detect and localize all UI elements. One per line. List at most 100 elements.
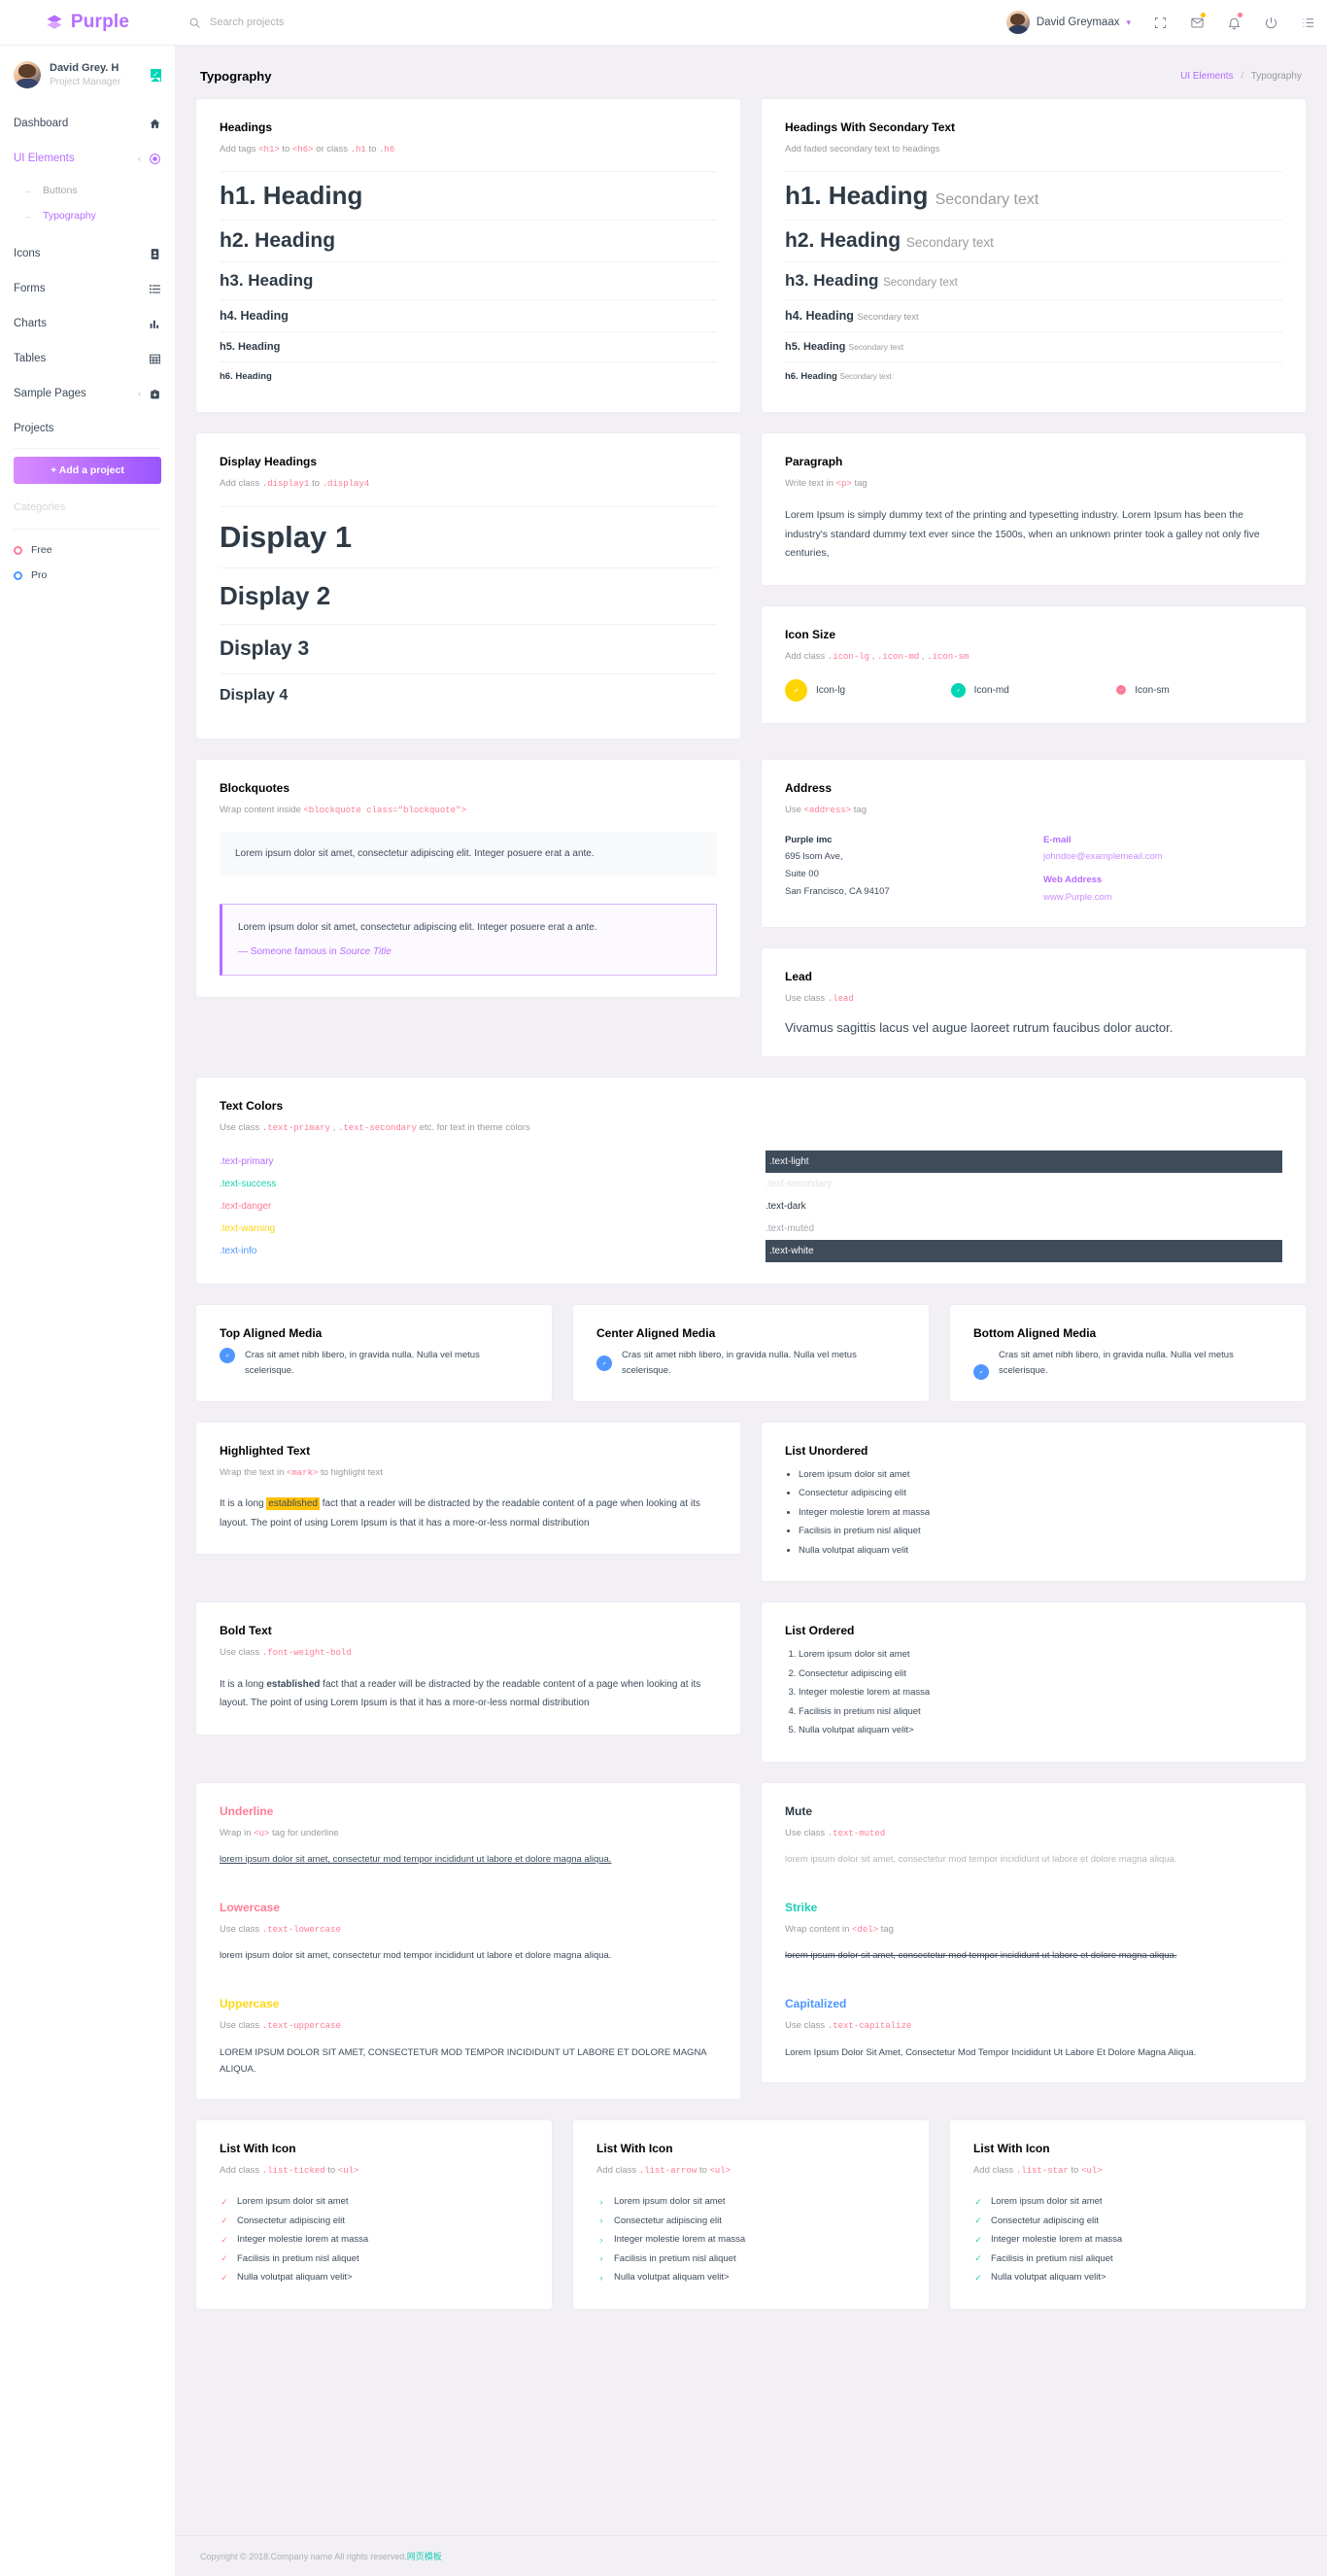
underline-block: Underline Wrap in <u> tag for underline … — [220, 1804, 717, 1868]
sidebar-item-ui-elements[interactable]: UI Elements ‹ — [0, 141, 175, 176]
highlight-body: It is a long established fact that a rea… — [220, 1494, 717, 1532]
projects-heading: Projects — [14, 423, 54, 434]
display-3: Display 3 — [220, 636, 310, 660]
sub-pre: Wrap content inside — [220, 804, 301, 815]
blockquote-plain: Lorem ipsum dolor sit amet, consectetur … — [220, 831, 717, 876]
list-item: Integer molestie lorem at massa — [799, 1503, 1282, 1522]
breadcrumb-link-ui-elements[interactable]: UI Elements — [1180, 71, 1233, 82]
bold-word: established — [266, 1678, 321, 1690]
blockquote-footer: — Someone famous in Source Title — [238, 944, 700, 960]
list-item: ✓ Facilisis in pretium nisl aliquet — [973, 2250, 1282, 2268]
sidebar-subitem-typography[interactable]: → Typography — [0, 203, 175, 228]
sidebar-item-sample-pages[interactable]: Sample Pages ‹ — [0, 376, 175, 411]
sidebar-item-dashboard[interactable]: Dashboard — [0, 106, 175, 141]
icon-size-item-md: Icon-md — [950, 682, 1117, 698]
blockquote-cite: Source Title — [339, 945, 391, 957]
list-item: ✓ Lorem ipsum dolor sit amet — [973, 2192, 1282, 2211]
contact-block: E-mail johndoe@examplemeail.com Web Addr… — [1043, 832, 1282, 906]
code-tag: .h1 — [350, 145, 366, 155]
grid-icon[interactable] — [1152, 15, 1168, 30]
card-subtitle: Add class .icon-lg , .icon-md , .icon-sm — [785, 651, 970, 663]
footer-highlight-link[interactable]: 网页模板 — [407, 2552, 442, 2561]
arrow-right-icon: → — [23, 186, 32, 195]
address-line-2: Suite 00 — [785, 869, 819, 880]
check-icon: ✓ — [221, 2234, 228, 2245]
category-item-pro[interactable]: Pro — [0, 563, 175, 588]
check-icon: ✓ — [221, 2253, 228, 2264]
list-item-label: Facilisis in pretium nisl aliquet — [237, 2252, 359, 2264]
card-title: Lead — [785, 970, 813, 984]
search-box[interactable] — [188, 17, 1006, 29]
top-navbar: Purple David Greymaax ▾ — [0, 0, 1327, 46]
mail-icon[interactable] — [1189, 13, 1206, 30]
secondary-text: Secondary text — [848, 342, 904, 353]
brand-logo-area[interactable]: Purple — [0, 0, 175, 45]
card-title: Headings With Secondary Text — [785, 120, 956, 134]
display-row: Display 2 — [220, 567, 717, 624]
list-icon[interactable] — [1300, 15, 1315, 30]
compass-icon — [950, 682, 966, 698]
code-tag: <del> — [852, 1925, 879, 1936]
check-icon: ✓ — [974, 2215, 982, 2226]
sidebar-profile[interactable]: David Grey. H Project Manager ✓ — [0, 61, 175, 106]
code-tag: .font-weight-bold — [261, 1648, 352, 1659]
search-input[interactable] — [210, 17, 501, 28]
web-address-link[interactable]: www.Purple.com — [1043, 889, 1282, 907]
main-content: Typography UI Elements / Typography Head… — [175, 46, 1327, 2576]
sidebar-item-icons[interactable]: Icons — [0, 236, 175, 271]
list-item: ✓ Integer molestie lorem at massa — [973, 2230, 1282, 2249]
card-subtitle: Use class .text-uppercase — [220, 2018, 717, 2034]
list-icon — [148, 282, 161, 295]
card-subtitle: Add tags <h1> to <h6> or class .h1 to .h… — [220, 142, 717, 157]
sidebar-item-label: Forms — [14, 283, 46, 294]
heading-h2: h2. Heading — [785, 229, 902, 253]
heading-h4: h4. Heading — [785, 309, 854, 324]
heading-h5: h5. Heading — [220, 341, 281, 354]
contact-icon — [148, 247, 161, 260]
list-item-label: Consectetur adipiscing elit — [991, 2215, 1099, 2226]
blockquote-primary: Lorem ipsum dolor sit amet, consectetur … — [220, 903, 717, 976]
lowercase-block: Lowercase Use class .text-lowercase lore… — [220, 1901, 717, 1964]
display-1: Display 1 — [220, 519, 353, 554]
power-icon[interactable] — [1263, 15, 1278, 30]
list-item-label: Integer molestie lorem at massa — [237, 2234, 369, 2246]
decoration-body: Lorem ipsum dolor sit amet, consectetur … — [785, 2046, 1197, 2058]
list-item: › Lorem ipsum dolor sit amet — [596, 2192, 905, 2211]
sub-pre: Add class — [785, 651, 826, 663]
web-address-label: Web Address — [1043, 875, 1103, 886]
text-colors-card: Text Colors Use class .text-primary , .t… — [196, 1078, 1306, 1284]
navbar-profile[interactable]: David Greymaax ▾ — [1005, 11, 1131, 34]
list-item-label: Nulla volutpat aliquam velit> — [237, 2272, 353, 2284]
sidebar-item-charts[interactable]: Charts — [0, 306, 175, 341]
code-tag: .text-muted — [827, 1828, 886, 1838]
category-item-free[interactable]: Free — [0, 537, 175, 563]
email-link[interactable]: johndoe@examplemeail.com — [1043, 848, 1282, 866]
sidebar-subitem-buttons[interactable]: → Buttons — [0, 178, 175, 203]
card-subtitle: Use <address> tag — [785, 803, 1282, 818]
code-tag: .list-arrow — [638, 2165, 698, 2176]
media-body: Cras sit amet nibh libero, in gravida nu… — [622, 1349, 857, 1377]
code-tag: <h1> — [258, 145, 280, 155]
sidebar-item-forms[interactable]: Forms — [0, 271, 175, 306]
display-4: Display 4 — [220, 686, 289, 704]
sidebar-item-tables[interactable]: Tables — [0, 341, 175, 376]
list-item-label: Consectetur adipiscing elit — [614, 2215, 722, 2226]
paragraph-card: Paragraph Write text in <p> tag Lorem Ip… — [762, 433, 1306, 586]
icon-size-label: Icon-md — [973, 684, 1009, 696]
avatar — [14, 61, 41, 88]
add-project-button[interactable]: + Add a project — [14, 457, 161, 484]
highlight-pre: It is a long — [220, 1498, 267, 1510]
decoration-body: lorem ipsum dolor sit amet, consectetur … — [785, 1950, 1177, 1962]
list-item: ✓ Nulla volutpat aliquam velit> — [220, 2268, 528, 2286]
code-tag: .icon-lg — [827, 652, 870, 663]
heading-h3: h3. Heading — [785, 271, 879, 291]
sidebar-profile-name: David Grey. H — [50, 62, 119, 75]
check-icon: ✓ — [221, 2215, 228, 2226]
code-tag: <h6> — [291, 145, 314, 155]
blockquote-footer-pre: — Someone famous in — [238, 945, 337, 957]
bell-icon[interactable] — [1226, 13, 1242, 30]
check-icon: ✓ — [974, 2234, 982, 2245]
list-item: Consectetur adipiscing elit — [799, 1665, 1282, 1683]
center-aligned-media-card: Center Aligned Media Cras sit amet nibh … — [573, 1304, 929, 1401]
list-item-label: Nulla volutpat aliquam velit> — [991, 2272, 1106, 2284]
